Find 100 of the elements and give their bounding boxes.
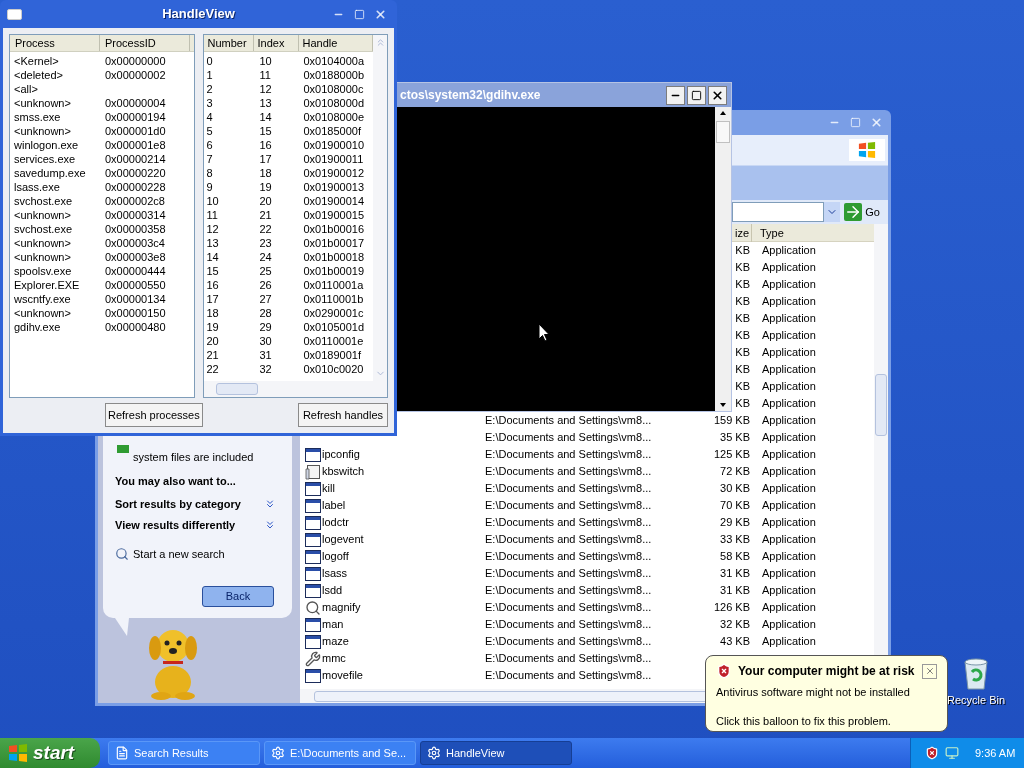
- vertical-scrollbar[interactable]: [373, 35, 387, 381]
- file-name[interactable]: lodctr: [322, 514, 349, 531]
- new-search-link[interactable]: Start a new search: [115, 545, 276, 562]
- handle-index[interactable]: 18: [253, 166, 299, 180]
- process-name[interactable]: services.exe: [10, 152, 100, 166]
- process-name[interactable]: spoolsv.exe: [10, 264, 100, 278]
- scroll-thumb[interactable]: [215, 383, 258, 395]
- handle-index[interactable]: 19: [253, 180, 299, 194]
- handle-number[interactable]: 19: [203, 320, 254, 334]
- process-name[interactable]: <unknown>: [10, 236, 100, 250]
- handle-value[interactable]: 0x0108000d: [298, 96, 365, 110]
- taskbar-button[interactable]: Search Results: [108, 741, 260, 765]
- handle-value[interactable]: 0x01900014: [298, 194, 365, 208]
- handle-value[interactable]: 0x0108000c: [298, 82, 364, 96]
- handle-number[interactable]: 12: [203, 222, 254, 236]
- handle-index[interactable]: 28: [253, 306, 299, 320]
- process-name[interactable]: <deleted>: [10, 68, 100, 82]
- handle-number[interactable]: 18: [203, 306, 254, 320]
- process-name[interactable]: <unknown>: [10, 96, 100, 110]
- process-id[interactable]: 0x00000000: [100, 54, 166, 68]
- minimize-button[interactable]: [666, 85, 685, 105]
- file-name[interactable]: movefile: [322, 667, 363, 684]
- file-name[interactable]: kbswitch: [322, 463, 365, 480]
- handle-value[interactable]: 0x01b00019: [298, 264, 365, 278]
- handle-number[interactable]: 4: [203, 110, 254, 124]
- handle-value[interactable]: 0x0290001c: [298, 306, 364, 320]
- file-name[interactable]: lsass: [322, 565, 348, 582]
- back-button[interactable]: Back: [202, 586, 274, 607]
- process-id[interactable]: 0x00000150: [100, 306, 166, 320]
- process-id[interactable]: 0x00000194: [100, 110, 166, 124]
- handle-value[interactable]: 0x0185000f: [298, 124, 361, 138]
- process-name[interactable]: svchost.exe: [10, 194, 100, 208]
- option-link[interactable]: View results differently: [115, 518, 245, 532]
- process-name[interactable]: <unknown>: [10, 250, 100, 264]
- process-id[interactable]: 0x00000004: [100, 96, 166, 110]
- handle-index[interactable]: 25: [253, 264, 299, 278]
- taskbar-button[interactable]: E:\Documents and Se...: [264, 741, 416, 765]
- handle-index[interactable]: 15: [253, 124, 299, 138]
- handle-index[interactable]: 24: [253, 250, 299, 264]
- file-name[interactable]: mmc: [322, 650, 346, 667]
- handle-value[interactable]: 0x0110001b: [298, 292, 364, 306]
- handle-value[interactable]: 0x01900011: [298, 152, 364, 166]
- column-header[interactable]: Index: [253, 35, 299, 51]
- handle-value[interactable]: 0x0105001d: [298, 320, 365, 334]
- handle-number[interactable]: 7: [203, 152, 254, 166]
- process-id[interactable]: 0x00000444: [100, 264, 166, 278]
- handle-index[interactable]: 14: [253, 110, 299, 124]
- file-name[interactable]: lsdd: [322, 582, 343, 599]
- handle-value[interactable]: 0x01b00016: [298, 222, 365, 236]
- handle-number[interactable]: 1: [203, 68, 254, 82]
- handle-number[interactable]: 10: [203, 194, 254, 208]
- handle-value[interactable]: 0x0188000b: [298, 68, 365, 82]
- address-field[interactable]: [732, 202, 825, 222]
- scroll-thumb[interactable]: [875, 374, 887, 436]
- handle-value[interactable]: 0x0110001a: [298, 278, 364, 292]
- handle-number[interactable]: 3: [203, 96, 254, 110]
- handle-number[interactable]: 17: [203, 292, 254, 306]
- handle-index[interactable]: 13: [253, 96, 299, 110]
- handle-value[interactable]: 0x0104000a: [298, 54, 365, 68]
- process-id[interactable]: 0x000001d0: [100, 124, 166, 138]
- handle-value[interactable]: 0x0110001e: [298, 334, 364, 348]
- handle-number[interactable]: 6: [203, 138, 254, 152]
- handle-index[interactable]: 10: [253, 54, 299, 68]
- column-header[interactable]: Process: [10, 35, 100, 51]
- security-alert-icon[interactable]: [925, 746, 939, 760]
- handle-number[interactable]: 13: [203, 236, 254, 250]
- handle-value[interactable]: 0x01b00017: [298, 236, 365, 250]
- handle-value[interactable]: 0x01900015: [298, 208, 365, 222]
- process-name[interactable]: svchost.exe: [10, 222, 100, 236]
- handle-number[interactable]: 8: [203, 166, 254, 180]
- process-id[interactable]: 0x00000480: [100, 320, 166, 334]
- handle-number[interactable]: 9: [203, 180, 254, 194]
- handle-value[interactable]: 0x01b00018: [298, 250, 365, 264]
- handle-index[interactable]: 22: [253, 222, 299, 236]
- handle-index[interactable]: 30: [253, 334, 299, 348]
- file-name[interactable]: kill: [322, 480, 335, 497]
- process-name[interactable]: <unknown>: [10, 124, 100, 138]
- process-id[interactable]: 0x00000228: [100, 180, 166, 194]
- start-button[interactable]: start: [0, 738, 100, 768]
- option-link[interactable]: Sort results by category: [115, 497, 245, 511]
- vertical-scrollbar[interactable]: [715, 107, 731, 411]
- file-name[interactable]: man: [322, 616, 344, 633]
- process-name[interactable]: <all>: [10, 82, 100, 96]
- process-name[interactable]: winlogon.exe: [10, 138, 100, 152]
- process-id[interactable]: 0x00000002: [100, 68, 166, 82]
- handle-index[interactable]: 16: [253, 138, 299, 152]
- refresh-handles-button[interactable]: Refresh handles: [297, 403, 388, 427]
- handle-index[interactable]: 17: [253, 152, 299, 166]
- handle-index[interactable]: 23: [253, 236, 299, 250]
- process-name[interactable]: smss.exe: [10, 110, 100, 124]
- handle-number[interactable]: 14: [203, 250, 254, 264]
- security-alert-toast[interactable]: Your computer might be at risk Antivirus software might not be installed Click this balloon to fix this problem.: [705, 655, 948, 732]
- file-name[interactable]: magnify: [322, 599, 361, 616]
- process-id[interactable]: 0x00000220: [100, 166, 166, 180]
- handle-number[interactable]: 20: [203, 334, 254, 348]
- go-button[interactable]: Go: [844, 202, 880, 222]
- handle-index[interactable]: 20: [253, 194, 299, 208]
- file-name[interactable]: maze: [322, 633, 349, 650]
- handle-index[interactable]: 12: [253, 82, 299, 96]
- file-name[interactable]: logoff: [322, 548, 349, 565]
